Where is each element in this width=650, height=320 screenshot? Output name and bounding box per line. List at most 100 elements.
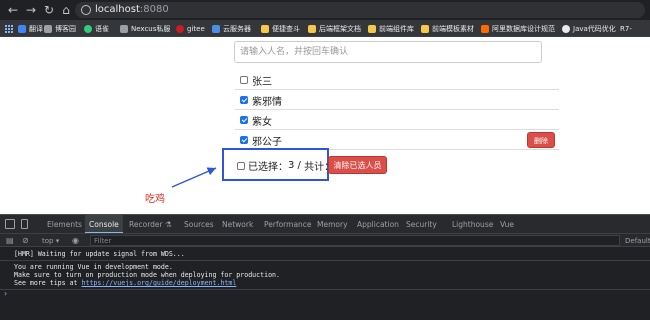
tab-lighthouse[interactable]: Lighthouse: [452, 215, 493, 234]
bookmark-item[interactable]: Java代码优化: [562, 22, 616, 35]
log-line: See more tips at https://vuejs.org/guide…: [14, 279, 236, 288]
url-port: :8080: [139, 4, 169, 15]
tab-recorder[interactable]: Recorder ⚗: [129, 215, 172, 234]
yuque-icon: [84, 24, 92, 33]
annotation-label: 吃鸡: [145, 194, 165, 205]
gitee-icon: [176, 24, 184, 33]
item-name: 紫女: [252, 116, 272, 128]
item-checkbox[interactable]: [240, 96, 248, 104]
bookmark-label: gitee: [187, 24, 205, 33]
bookmark-label: 阿里数据库设计规范: [492, 24, 555, 33]
flask-icon: ⚗: [165, 220, 172, 229]
tab-application[interactable]: Application: [357, 215, 399, 234]
aliyun-icon: [481, 24, 489, 33]
item-checkbox[interactable]: [240, 76, 248, 84]
folder-icon: [261, 24, 269, 33]
reload-icon[interactable]: ↻: [42, 3, 56, 17]
cloud-icon: [212, 24, 220, 33]
list-item: 张三: [235, 71, 559, 90]
log-level-select[interactable]: Default: [625, 235, 650, 247]
console-toolbar: ▤ ⊘ top ▾ ◉ Filter Default: [0, 233, 650, 247]
bookmark-label: 翻译: [29, 24, 43, 33]
apps-icon: [5, 24, 13, 33]
bookmark-label: 后端框架文档: [319, 24, 361, 33]
log-separator: [0, 289, 650, 290]
inspect-element-icon[interactable]: [5, 219, 15, 229]
bookmark-item[interactable]: Nexcus私服: [120, 22, 170, 35]
bookmark-folder[interactable]: 后端框架文档: [308, 22, 361, 35]
page-content: 请输入人名，并按回车确认 张三 紫邪情 紫女 邪公子 删除 已选择： 3 / 共…: [0, 37, 650, 214]
site-info-icon[interactable]: [81, 5, 91, 15]
url-host: localhost: [95, 4, 140, 15]
tab-network[interactable]: Network: [222, 215, 253, 234]
bookmark-apps[interactable]: [5, 22, 13, 35]
bookmark-item[interactable]: 博客园: [44, 22, 76, 35]
item-name: 邪公子: [252, 136, 282, 148]
sidebar-toggle-icon[interactable]: ▤: [6, 235, 14, 247]
folder-icon: [308, 24, 316, 33]
device-toolbar-icon[interactable]: [21, 219, 28, 229]
item-name: 张三: [252, 76, 272, 88]
bookmark-item[interactable]: gitee: [176, 22, 205, 35]
console-output: [HMR] Waiting for update signal from WDS…: [0, 247, 650, 320]
bookmark-label: 博客园: [55, 24, 76, 33]
bookmark-item[interactable]: 云服务器: [212, 22, 251, 35]
browser-toolbar: ← → ↻ ⌂ localhost:8080: [0, 0, 650, 20]
log-line: [HMR] Waiting for update signal from WDS…: [14, 250, 185, 258]
nexus-icon: [120, 24, 128, 33]
bookmark-item[interactable]: R7-: [620, 22, 632, 35]
forward-arrow-icon[interactable]: →: [24, 3, 38, 17]
bookmark-label: R7-: [620, 24, 632, 33]
bookmark-folder[interactable]: 前端模板素材: [421, 22, 474, 35]
log-separator: [0, 260, 650, 261]
bookmark-item[interactable]: 阿里数据库设计规范: [481, 22, 555, 35]
bookmark-folder[interactable]: 便捷查斗: [261, 22, 300, 35]
cnblogs-icon: [44, 24, 52, 33]
folder-icon: [421, 24, 429, 33]
tab-sources[interactable]: Sources: [184, 215, 214, 234]
translate-icon: [18, 24, 26, 33]
item-checkbox[interactable]: [240, 136, 248, 144]
eye-icon[interactable]: ◉: [72, 235, 79, 247]
clear-selected-button[interactable]: 清除已选人员: [328, 156, 387, 174]
log-text: See more tips at: [14, 279, 82, 287]
tab-console[interactable]: Console: [85, 215, 123, 234]
console-prompt-icon[interactable]: ›: [4, 289, 7, 298]
bookmark-item[interactable]: 翻译: [18, 22, 43, 35]
selected-label: 已选择：: [248, 162, 288, 173]
clear-console-icon[interactable]: ⊘: [22, 235, 29, 247]
bookmark-label: 便捷查斗: [272, 24, 300, 33]
count-divider: /: [294, 160, 305, 171]
bookmark-label: Java代码优化: [573, 24, 616, 33]
list-item: 紫邪情: [235, 91, 559, 110]
folder-icon: [368, 24, 376, 33]
back-arrow-icon[interactable]: ←: [6, 3, 20, 17]
tab-security[interactable]: Security: [406, 215, 437, 234]
bookmark-label: Nexcus私服: [131, 24, 171, 33]
tab-elements[interactable]: Elements: [47, 215, 82, 234]
bookmark-label: 前端模板素材: [432, 24, 474, 33]
devtools-tabbar: Elements Console Recorder ⚗ Sources Netw…: [0, 214, 650, 234]
tab-performance[interactable]: Performance: [264, 215, 312, 234]
bookmarks-bar: 翻译 博客园 语雀 Nexcus私服 gitee 云服务器 便捷查斗 后端框架文…: [0, 20, 650, 37]
address-bar[interactable]: localhost:8080: [75, 2, 645, 18]
tab-vue[interactable]: Vue: [500, 215, 514, 234]
item-name: 紫邪情: [252, 96, 282, 108]
docs-link[interactable]: https://vuejs.org/guide/deployment.html: [82, 279, 237, 287]
home-icon[interactable]: ⌂: [59, 3, 73, 17]
item-checkbox[interactable]: [240, 116, 248, 124]
select-all-checkbox[interactable]: [237, 161, 245, 170]
bookmark-label: 前端组件库: [379, 24, 414, 33]
github-icon: [562, 24, 570, 33]
name-input[interactable]: 请输入人名，并按回车确认: [234, 41, 542, 63]
tab-memory[interactable]: Memory: [317, 215, 348, 234]
bookmark-folder[interactable]: 前端组件库: [368, 22, 414, 35]
context-select[interactable]: top ▾: [42, 235, 59, 247]
bookmark-item[interactable]: 语雀: [84, 22, 109, 35]
bookmark-label: 语雀: [95, 24, 109, 33]
filter-input[interactable]: Filter: [90, 235, 620, 246]
delete-button[interactable]: 删除: [527, 132, 555, 148]
url-text: localhost:8080: [95, 3, 169, 17]
context-value: top: [42, 237, 54, 245]
bookmark-label: 云服务器: [223, 24, 251, 33]
